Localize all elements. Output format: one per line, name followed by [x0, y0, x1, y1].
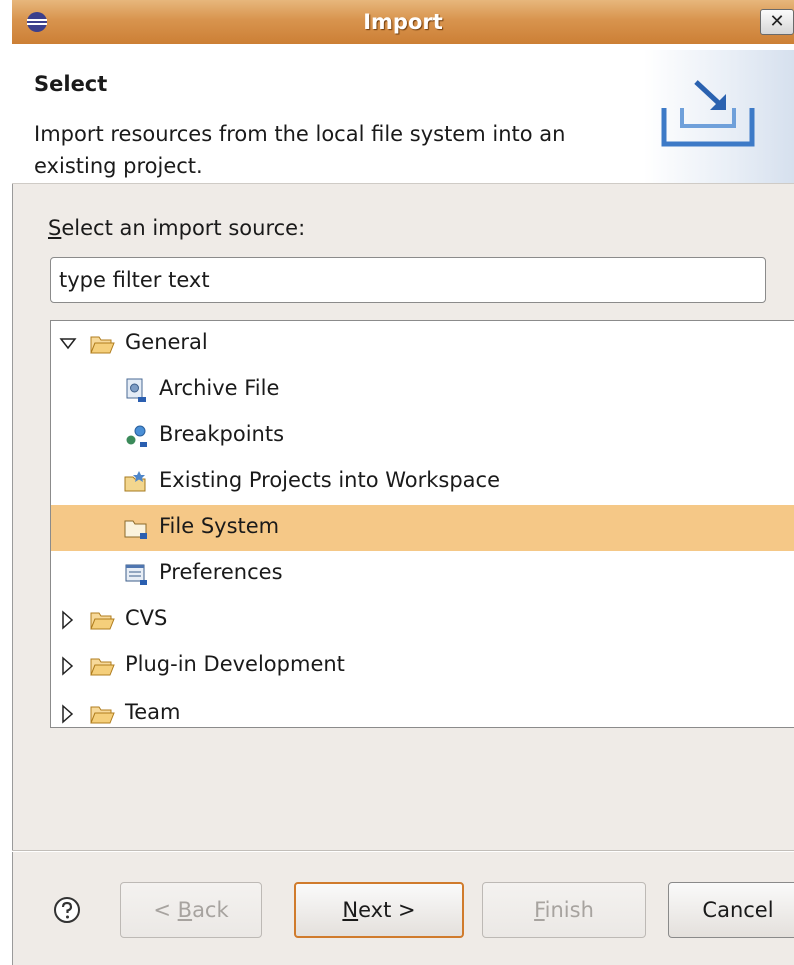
tree-item-file-system[interactable]: File System	[51, 505, 794, 551]
finish-button[interactable]: Finish	[482, 882, 646, 938]
folder-open-icon	[90, 658, 115, 676]
page-description: Import resources from the local file sys…	[34, 122, 566, 178]
tree-item-preferences[interactable]: Preferences	[51, 551, 794, 597]
window-title: Import	[363, 10, 443, 34]
help-icon[interactable]	[52, 895, 82, 925]
back-button[interactable]: < Back	[120, 882, 262, 938]
project-icon	[124, 471, 146, 492]
cancel-button[interactable]: Cancel	[668, 882, 794, 938]
tree-item-label: Existing Projects into Workspace	[159, 468, 501, 492]
next-button[interactable]: Next >	[294, 882, 464, 938]
preferences-icon	[125, 564, 147, 585]
tree-item-plugin-development[interactable]: Plug-in Development	[51, 643, 794, 689]
folder-open-icon	[90, 612, 115, 630]
collapsed-arrow-icon[interactable]	[59, 609, 77, 631]
title-bar[interactable]: Import ✕	[12, 0, 794, 45]
folder-icon	[124, 520, 147, 539]
archive-file-icon	[126, 378, 146, 402]
import-source-label: Select an import source:	[48, 216, 306, 240]
import-source-tree[interactable]: General Archive File Breakpoints Existin…	[50, 320, 794, 728]
tree-item-archive-file[interactable]: Archive File	[51, 367, 794, 413]
collapsed-arrow-icon[interactable]	[59, 655, 77, 677]
tree-item-cvs[interactable]: CVS	[51, 597, 794, 643]
folder-open-icon	[90, 336, 115, 354]
tree-item-general[interactable]: General	[51, 321, 794, 367]
import-dialog: Import ✕ Select Import resources from th…	[12, 0, 794, 965]
expanded-arrow-icon[interactable]	[59, 333, 77, 355]
filter-input[interactable]	[50, 257, 766, 303]
folder-open-icon	[90, 706, 115, 724]
tree-item-label: Plug-in Development	[125, 652, 345, 676]
wizard-banner	[644, 50, 794, 183]
tree-item-label: General	[125, 330, 208, 354]
tree-item-team[interactable]: Team	[51, 691, 794, 727]
wizard-header: Select Import resources from the local f…	[12, 44, 794, 184]
import-wizard-icon	[661, 80, 755, 147]
tree-item-label: File System	[159, 514, 280, 538]
tree-item-label: CVS	[125, 606, 168, 630]
tree-item-label: Breakpoints	[159, 422, 285, 446]
breakpoints-icon	[126, 425, 147, 447]
tree-item-label: Team	[125, 700, 181, 724]
collapsed-arrow-icon[interactable]	[59, 703, 77, 725]
page-title: Select	[34, 72, 108, 96]
footer-separator	[12, 850, 794, 852]
tree-item-breakpoints[interactable]: Breakpoints	[51, 413, 794, 459]
tree-item-existing-projects[interactable]: Existing Projects into Workspace	[51, 459, 794, 505]
tree-item-label: Archive File	[159, 376, 280, 400]
close-button[interactable]: ✕	[760, 9, 794, 35]
tree-item-label: Preferences	[159, 560, 283, 584]
